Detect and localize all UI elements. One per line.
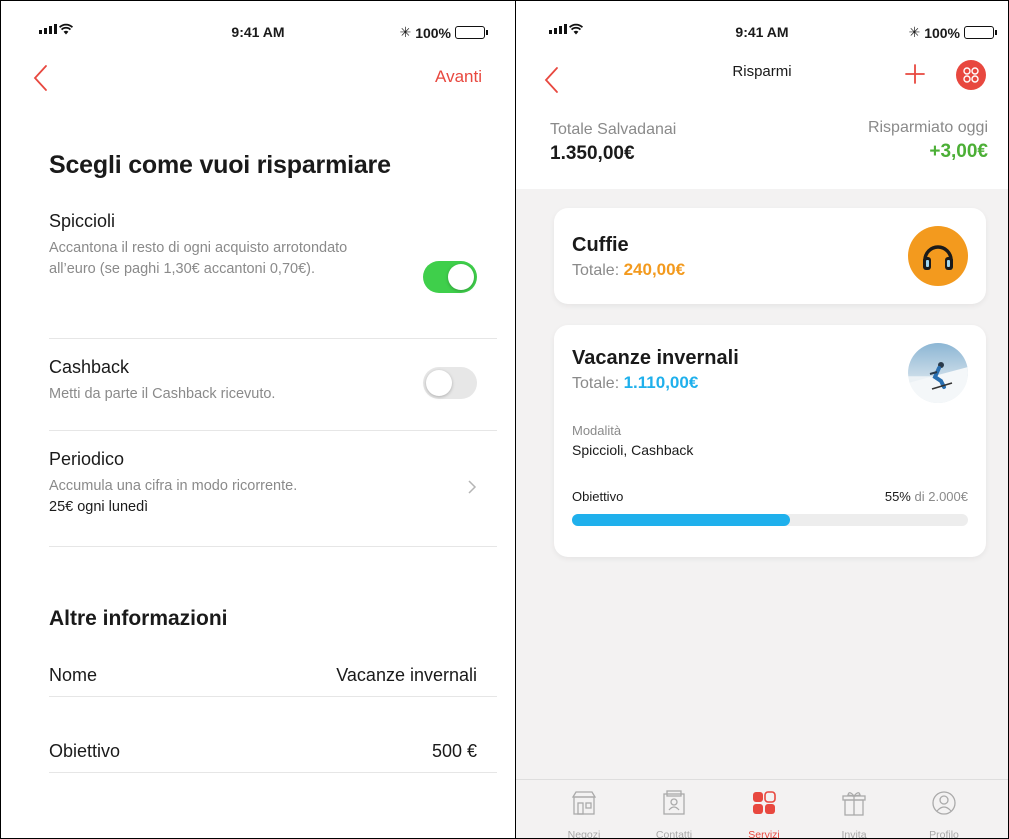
spiccioli-toggle[interactable] <box>423 261 477 293</box>
setup-screen: 9:41 AM ✳ 100% Avanti Scegli come vuoi r… <box>0 0 516 839</box>
option-description: Accantona il resto di ogni acquisto arro… <box>49 240 348 277</box>
mode-label: Modalità <box>572 423 622 438</box>
option-title: Periodico <box>49 449 125 469</box>
gift-icon <box>842 792 866 816</box>
goal-percent: 55% <box>884 489 911 504</box>
section-title: Altre informazioni <box>49 607 228 630</box>
option-cashback: Cashback Metti da parte il Cashback rice… <box>49 357 497 431</box>
saved-today: Risparmiato oggi +3,00€ <box>868 119 988 163</box>
next-button[interactable]: Avanti <box>435 67 482 87</box>
option-periodico[interactable]: Periodico Accumula una cifra in modo ric… <box>49 449 497 547</box>
tab-label: Profilo <box>929 829 959 839</box>
field-label: Obiettivo <box>49 741 121 761</box>
option-description: Accumula una cifra in modo ricorrente. <box>49 478 298 494</box>
menu-grid-button[interactable] <box>956 60 986 90</box>
tab-servizi[interactable]: Servizi <box>724 788 804 839</box>
battery-percent: 100% <box>415 24 451 41</box>
card-name: Vacanze invernali <box>572 347 739 369</box>
status-bar: 9:41 AM ✳ 100% <box>516 21 1008 43</box>
back-chevron-icon[interactable] <box>31 63 49 93</box>
tab-label: Contatti <box>655 829 693 839</box>
chevron-right-icon <box>468 480 477 494</box>
option-spiccioli: Spiccioli Accantona il resto di ogni acq… <box>49 211 497 339</box>
grid-icon <box>963 67 979 83</box>
tab-profilo[interactable]: Profilo <box>904 788 984 839</box>
tab-invita[interactable]: Invita <box>814 788 894 839</box>
skier-photo <box>908 343 968 403</box>
field-name[interactable]: Nome Vacanze invernali <box>49 657 497 697</box>
contacts-icon <box>663 790 685 815</box>
page-title: Scegli come vuoi risparmiare <box>49 151 391 179</box>
tab-label: Invita <box>841 829 867 839</box>
cashback-toggle[interactable] <box>423 367 477 399</box>
battery-icon <box>455 26 488 39</box>
field-goal[interactable]: Obiettivo 500 € <box>49 733 497 773</box>
mode-value: Spiccioli, Cashback <box>572 442 694 458</box>
field-value: 500 € <box>431 741 477 761</box>
total-savings: Totale Salvadanai 1.350,00€ <box>550 121 676 165</box>
services-icon <box>753 791 776 814</box>
goal-target: di 2.000€ <box>914 489 969 504</box>
store-icon <box>571 791 597 815</box>
battery-icon <box>964 26 997 39</box>
add-icon[interactable] <box>902 61 928 87</box>
field-value: Vacanze invernali <box>336 665 477 685</box>
headphones-icon <box>908 226 968 286</box>
tab-bar: Negozi Contatti Servizi Invita Profilo <box>516 779 1008 839</box>
savings-screen: 9:41 AM ✳ 100% Risparmi Totale Salvadana… <box>516 0 1009 839</box>
card-total-value: 240,00€ <box>623 260 686 279</box>
option-title: Spiccioli <box>49 211 116 231</box>
card-name: Cuffie <box>572 234 629 256</box>
tab-contatti[interactable]: Contatti <box>634 788 714 839</box>
tab-negozi[interactable]: Negozi <box>544 788 624 839</box>
total-value: 1.350,00€ <box>550 143 635 164</box>
goal-label: Obiettivo <box>572 489 624 504</box>
tab-label: Negozi <box>567 829 601 839</box>
piggybank-card-vacanze[interactable]: Vacanze invernali Totale: 1.110,00€ Moda… <box>554 325 986 557</box>
profile-icon <box>932 791 956 815</box>
today-value: +3,00€ <box>929 141 988 162</box>
piggybank-card-cuffie[interactable]: Cuffie Totale: 240,00€ <box>554 208 986 304</box>
status-bar: 9:41 AM ✳ 100% <box>1 21 515 43</box>
battery-percent: 100% <box>924 24 960 41</box>
card-total-value: 1.110,00€ <box>623 373 699 392</box>
card-total-label: Totale: <box>572 262 620 279</box>
bluetooth-icon: ✳ <box>908 24 921 40</box>
field-label: Nome <box>49 665 98 685</box>
total-label: Totale Salvadanai <box>550 121 677 138</box>
card-total-label: Totale: <box>572 375 620 392</box>
screen-title: Risparmi <box>732 63 792 80</box>
option-schedule: 25€ ogni lunedì <box>49 499 149 515</box>
today-label: Risparmiato oggi <box>867 119 988 136</box>
goal-progress-bar <box>572 514 968 526</box>
bluetooth-icon: ✳ <box>399 24 412 40</box>
goal-progress-fill <box>572 514 790 526</box>
tab-label: Servizi <box>748 829 780 839</box>
